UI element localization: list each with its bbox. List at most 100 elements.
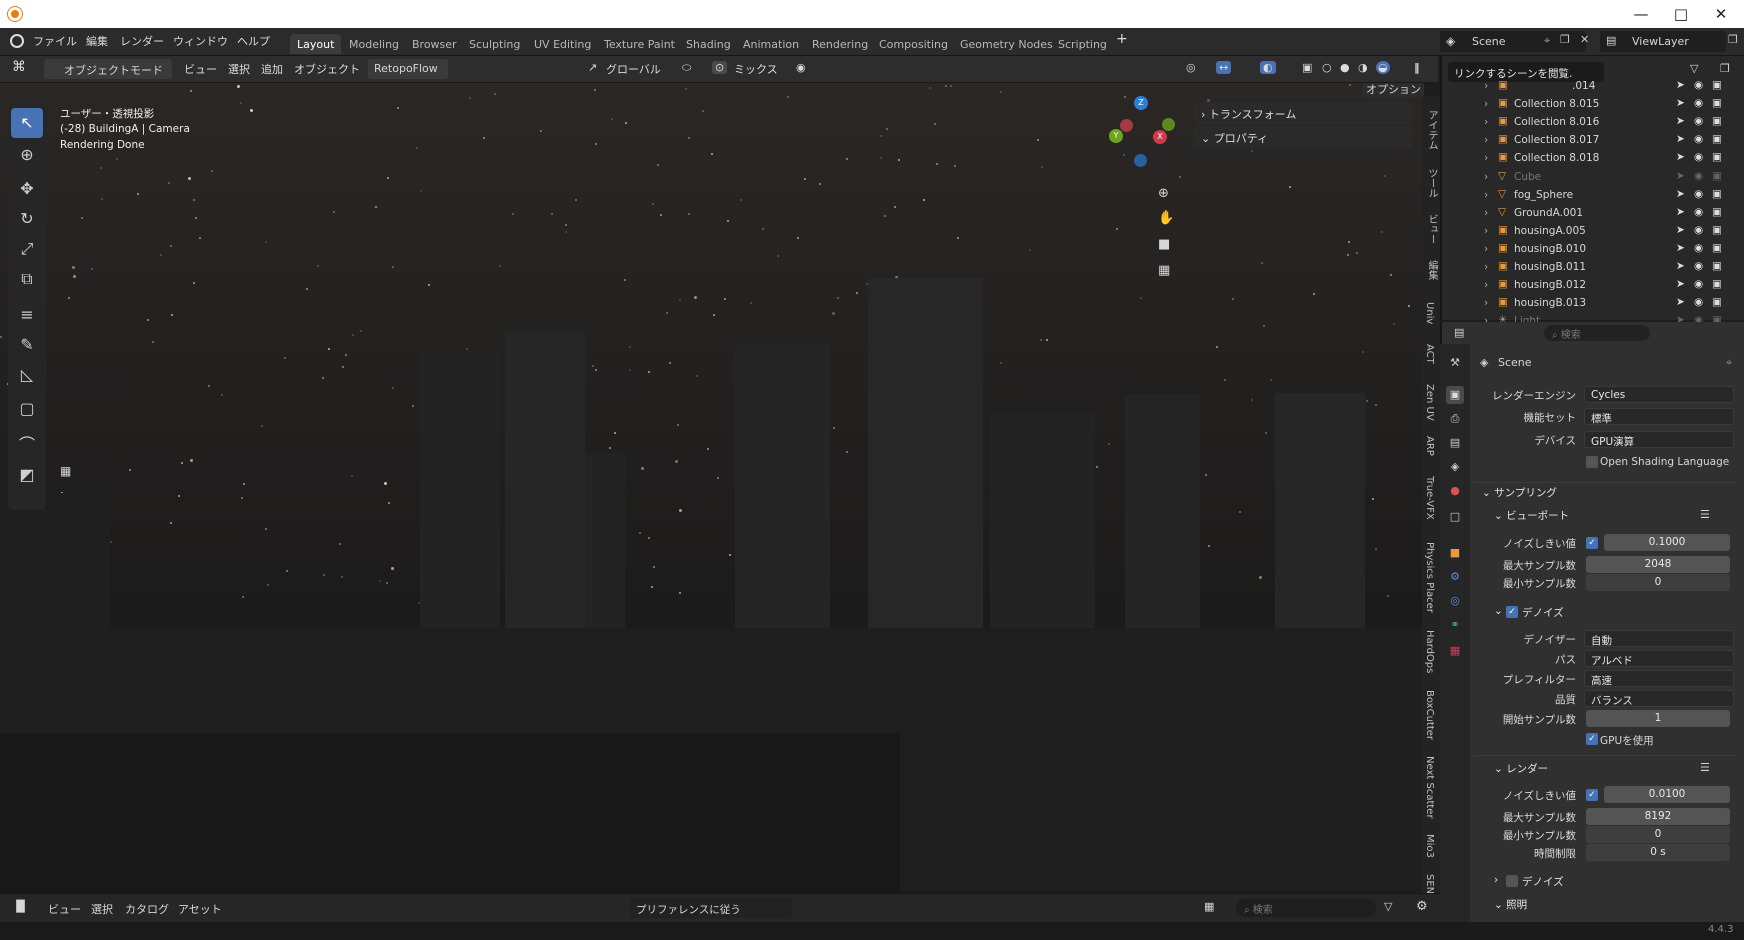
viewlayer-selector[interactable]: ▤ ViewLayer <box>1600 31 1726 52</box>
vp-max-field[interactable]: 2048 <box>1586 556 1730 573</box>
render-subsection-header[interactable]: ⌄ レンダー <box>1494 761 1548 776</box>
asset-search-input[interactable]: ⌕ 検索 <box>1236 899 1376 917</box>
annotate-tool-icon[interactable]: ✎ <box>11 330 43 360</box>
menu-add[interactable]: 追加 <box>261 61 283 77</box>
expand-arrow-icon[interactable]: › <box>1484 279 1488 291</box>
menu-asset[interactable]: アセット <box>178 901 222 917</box>
collection-tab-icon[interactable]: □ <box>1446 508 1464 526</box>
sidebar-tab-edit[interactable]: 編集 <box>1424 260 1439 280</box>
select-arrow-icon[interactable]: ➤ <box>1676 278 1685 290</box>
r-min-field[interactable]: 0 <box>1586 826 1730 843</box>
vp-denoise-checkbox[interactable]: ✓ <box>1506 606 1518 618</box>
camera-icon[interactable]: ▣ <box>1712 206 1722 218</box>
menu-file[interactable]: ファイル <box>33 33 77 49</box>
filter-icon[interactable]: ▽ <box>1690 62 1698 75</box>
perspective-grid-icon[interactable]: ▦ <box>1158 263 1170 278</box>
editor-type-icon[interactable]: ⌘ <box>12 59 26 75</box>
output-tab-icon[interactable]: ⎙ <box>1446 410 1464 428</box>
camera-icon[interactable]: ▣ <box>1712 115 1722 127</box>
texture-tab-icon[interactable]: ▦ <box>1446 642 1464 660</box>
boxcutter-tool-icon[interactable]: ◩ <box>11 460 43 490</box>
outliner-row[interactable]: › ▣ .014 ➤ ◉ ▣ <box>1442 78 1744 96</box>
expand-arrow-icon[interactable]: › <box>1484 152 1488 164</box>
bend-tool-icon[interactable]: ⌒ <box>11 430 43 460</box>
camera-icon[interactable]: ▣ <box>1712 97 1722 109</box>
outliner-row[interactable]: › ▣ Collection 8.017 ➤ ◉ ▣ <box>1442 132 1744 150</box>
expand-arrow-icon[interactable]: › <box>1484 297 1488 309</box>
scene-tab-icon[interactable]: ◈ <box>1446 458 1464 476</box>
blender-menu-icon[interactable] <box>10 34 24 48</box>
outliner-row[interactable]: › ▣ Collection 8.015 ➤ ◉ ▣ <box>1442 96 1744 114</box>
select-tool-icon[interactable]: ↖ <box>11 108 43 138</box>
scale-tool-icon[interactable]: ⤢ <box>11 234 43 264</box>
orientation-dropdown[interactable]: グローバル <box>606 61 661 77</box>
outliner-row[interactable]: › ▣ housingB.013 ➤ ◉ ▣ <box>1442 295 1744 313</box>
eye-icon[interactable]: ◉ <box>1694 278 1703 290</box>
expand-arrow-icon[interactable]: › <box>1484 261 1488 273</box>
quality-dropdown[interactable]: バランス <box>1584 690 1734 707</box>
editor-type-icon[interactable]: ▤ <box>1454 326 1464 339</box>
expand-arrow-icon[interactable]: › <box>1484 98 1488 110</box>
r-noise-field[interactable]: 0.0100 <box>1604 786 1730 803</box>
expand-arrow-icon[interactable]: › <box>1484 225 1488 237</box>
eye-icon[interactable]: ◉ <box>1694 133 1703 145</box>
tab-sculpting[interactable]: Sculpting <box>462 34 527 54</box>
time-limit-field[interactable]: 0 s <box>1586 844 1730 861</box>
tool-tab-icon[interactable]: ⚒ <box>1446 354 1464 372</box>
new-viewlayer-icon[interactable]: ❐ <box>1728 33 1738 46</box>
physics-tab-icon[interactable]: ◎ <box>1446 592 1464 610</box>
sidebar-tab-arp[interactable]: ARP <box>1424 436 1435 456</box>
prefilter-dropdown[interactable]: 高速 <box>1584 670 1734 687</box>
gizmo-neg-x[interactable] <box>1120 119 1133 132</box>
render-engine-dropdown[interactable]: Cycles <box>1584 386 1734 403</box>
sidebar-tab-view[interactable]: ビュー <box>1424 214 1439 244</box>
display-mode-icon[interactable]: ▦ <box>1204 900 1214 913</box>
osl-checkbox[interactable] <box>1586 456 1598 468</box>
camera-icon[interactable]: ▣ <box>1712 224 1722 236</box>
rendered-shading-icon[interactable]: ◒ <box>1376 61 1390 74</box>
checker-icon[interactable]: ▦ <box>60 464 71 478</box>
gizmo-z-axis[interactable]: Z <box>1134 96 1148 110</box>
denoiser-dropdown[interactable]: 自動 <box>1584 630 1734 647</box>
measure-tool-icon[interactable]: ◺ <box>11 360 43 390</box>
eye-icon[interactable]: ◉ <box>1694 188 1703 200</box>
outliner-row[interactable]: › ▣ Collection 8.016 ➤ ◉ ▣ <box>1442 114 1744 132</box>
expand-arrow-icon[interactable]: › <box>1484 134 1488 146</box>
camera-icon[interactable]: ▣ <box>1712 242 1722 254</box>
modifier-tab-icon[interactable]: ⚙ <box>1446 568 1464 586</box>
add-cube-tool-icon[interactable]: ▢ <box>11 394 43 424</box>
eye-icon[interactable]: ◉ <box>1694 151 1703 163</box>
menu-view[interactable]: ビュー <box>48 901 81 917</box>
menu-edit[interactable]: 編集 <box>86 33 108 49</box>
settings-gear-icon[interactable]: ⚙ <box>1416 899 1428 914</box>
sidebar-tab-hardops[interactable]: HardOps <box>1424 630 1435 673</box>
vp-min-field[interactable]: 0 <box>1586 574 1730 591</box>
select-arrow-icon[interactable]: ➤ <box>1676 170 1685 182</box>
sidebar-tab-mio3[interactable]: Mio3 <box>1424 834 1435 858</box>
transform-panel[interactable]: › トランスフォーム <box>1193 102 1413 124</box>
start-sample-field[interactable]: 1 <box>1586 710 1730 727</box>
mode-dropdown[interactable]: オブジェクトモード <box>44 59 172 79</box>
menu-object[interactable]: オブジェクト <box>294 61 360 77</box>
outliner-row[interactable]: › ▽ Cube ➤ ◉ ▣ <box>1442 169 1744 187</box>
expand-arrow-icon[interactable]: › <box>1484 207 1488 219</box>
new-collection-icon[interactable]: ❐ <box>1720 62 1730 75</box>
eye-icon[interactable]: ◉ <box>1694 79 1703 91</box>
eye-icon[interactable]: ◉ <box>1694 242 1703 254</box>
tab-compositing[interactable]: Compositing <box>872 34 955 54</box>
tab-layout[interactable]: Layout <box>290 34 342 54</box>
new-scene-icon[interactable]: ❐ <box>1560 33 1570 46</box>
wireframe-shading-icon[interactable]: ○ <box>1322 61 1332 74</box>
sidebar-tab-zenuv[interactable]: Zen UV <box>1424 384 1435 421</box>
world-tab-icon[interactable]: ● <box>1446 482 1464 500</box>
gizmo-neg-z[interactable] <box>1134 154 1147 167</box>
sidebar-tab-truevfx[interactable]: True-VFX <box>1424 476 1435 520</box>
select-arrow-icon[interactable]: ➤ <box>1676 115 1685 127</box>
cursor-tool-icon[interactable]: ⊕ <box>11 140 43 170</box>
eye-icon[interactable]: ◉ <box>1694 224 1703 236</box>
pin-icon[interactable]: ⌖ <box>1726 356 1732 370</box>
select-arrow-icon[interactable]: ➤ <box>1676 296 1685 308</box>
eye-icon[interactable]: ◉ <box>1694 296 1703 308</box>
camera-icon[interactable]: ▣ <box>1712 151 1722 163</box>
outliner-row[interactable]: › ▽ fog_Sphere ➤ ◉ ▣ <box>1442 187 1744 205</box>
